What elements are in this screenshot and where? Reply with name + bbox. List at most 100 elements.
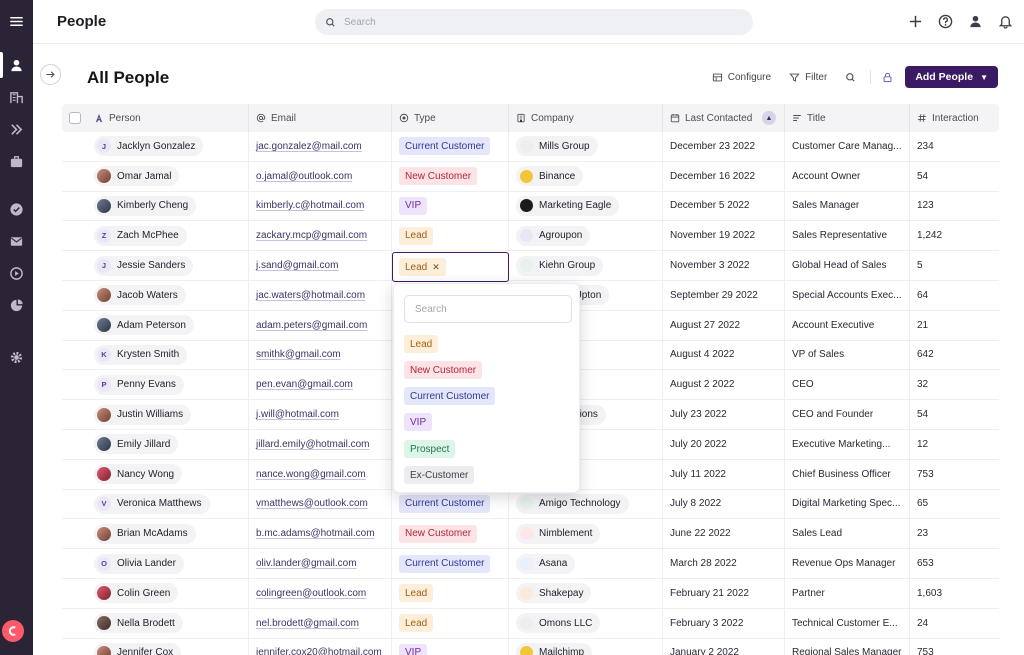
table-search-button[interactable] [845, 72, 856, 83]
company-cell[interactable]: Omons LLC [509, 608, 663, 638]
option-lead[interactable]: Lead [404, 335, 439, 353]
type-cell[interactable]: Current Customer [392, 549, 509, 578]
type-cell[interactable]: VIP [392, 191, 509, 221]
dropdown-search[interactable] [404, 295, 572, 323]
global-search[interactable] [315, 9, 753, 35]
rail-item-settings[interactable] [0, 344, 33, 370]
email-link[interactable]: jennifer.cox20@hotmail.com [256, 647, 382, 655]
option-ex-customer[interactable]: Ex-Customer [404, 466, 475, 484]
filter-button[interactable]: Filter [789, 72, 827, 83]
person-chip[interactable]: Nella Brodett [94, 613, 183, 634]
profile-button[interactable] [966, 11, 984, 31]
email-cell[interactable]: jennifer.cox20@hotmail.com [249, 638, 392, 655]
type-cell[interactable]: New Customer [392, 519, 509, 549]
column-header-email[interactable]: Email [249, 104, 392, 132]
email-cell[interactable]: b.mc.adams@hotmail.com [249, 519, 392, 549]
email-cell[interactable]: jac.waters@hotmail.com [249, 280, 392, 310]
email-cell[interactable]: zackary.mcp@gmail.com [249, 221, 392, 251]
company-cell[interactable]: Agroupon [509, 221, 663, 251]
person-chip[interactable]: Kimberly Cheng [94, 195, 197, 216]
person-chip[interactable]: J Jacklyn Gonzalez [94, 136, 204, 157]
company-cell[interactable]: Asana [509, 549, 663, 578]
person-cell[interactable]: Nella Brodett [87, 608, 249, 638]
email-link[interactable]: adam.peters@gmail.com [256, 320, 367, 331]
column-header-type[interactable]: Type [392, 104, 509, 132]
company-chip[interactable]: Agroupon [516, 225, 591, 246]
type-cell[interactable]: Lead [392, 578, 509, 608]
email-cell[interactable]: smithk@gmail.com [249, 340, 392, 370]
person-cell[interactable]: O Olivia Lander [87, 549, 249, 578]
email-link[interactable]: vmatthews@outlook.com [256, 498, 368, 509]
table-row[interactable]: J Jacklyn Gonzalez jac.gonzalez@mail.com … [62, 132, 999, 162]
person-chip[interactable]: O Olivia Lander [94, 553, 184, 574]
search-input[interactable] [344, 16, 724, 28]
email-cell[interactable]: nel.brodett@gmail.com [249, 608, 392, 638]
company-chip[interactable]: Marketing Eagle [516, 195, 620, 216]
type-cell[interactable]: VIP [392, 638, 509, 655]
add-people-button[interactable]: Add People ▼ [905, 66, 998, 88]
person-cell[interactable]: Jacob Waters [87, 280, 249, 310]
company-chip[interactable]: Mailchimp [516, 642, 593, 655]
company-cell[interactable]: Shakepay [509, 578, 663, 608]
company-cell[interactable]: Marketing Eagle [509, 191, 663, 221]
person-chip[interactable]: Omar Jamal [94, 166, 180, 187]
company-chip[interactable]: Asana [516, 553, 576, 574]
rail-item-pipeline[interactable] [0, 116, 33, 142]
type-cell[interactable]: Current Customer [392, 132, 509, 161]
company-chip[interactable]: Shakepay [516, 583, 592, 604]
email-link[interactable]: pen.evan@gmail.com [256, 379, 353, 390]
table-row[interactable]: J Jessie Sanders j.sand@gmail.com Lead Ki… [62, 251, 999, 281]
person-cell[interactable]: Kimberly Cheng [87, 191, 249, 221]
person-chip[interactable]: Jennifer Cox [94, 642, 182, 655]
menu-button[interactable] [0, 8, 33, 34]
email-cell[interactable]: nance.wong@gmail.com [249, 459, 392, 489]
person-chip[interactable]: Justin Williams [94, 404, 192, 425]
email-cell[interactable]: j.will@hotmail.com [249, 400, 392, 429]
expand-panel-button[interactable] [40, 64, 61, 85]
lock-button[interactable] [882, 72, 893, 83]
email-link[interactable]: zackary.mcp@gmail.com [256, 230, 367, 241]
person-cell[interactable]: Omar Jamal [87, 161, 249, 191]
email-link[interactable]: b.mc.adams@hotmail.com [256, 528, 375, 539]
person-cell[interactable]: Jennifer Cox [87, 638, 249, 655]
table-row[interactable]: O Olivia Lander oliv.lander@gmail.com Cur… [62, 549, 999, 579]
email-link[interactable]: jac.waters@hotmail.com [256, 290, 365, 301]
column-header-person[interactable]: Person [87, 104, 249, 132]
person-cell[interactable]: Justin Williams [87, 400, 249, 429]
email-link[interactable]: smithk@gmail.com [256, 349, 341, 360]
company-cell[interactable]: Nimblement [509, 519, 663, 549]
email-link[interactable]: j.sand@gmail.com [256, 260, 338, 271]
email-cell[interactable]: colingreen@outlook.com [249, 578, 392, 608]
rail-item-tasks[interactable] [0, 196, 33, 222]
column-header-last-contacted[interactable]: Last Contacted ▲ [663, 104, 785, 132]
company-chip[interactable]: Amigo Technology [516, 493, 629, 514]
email-cell[interactable]: o.jamal@outlook.com [249, 161, 392, 191]
person-cell[interactable]: Nancy Wong [87, 459, 249, 489]
person-chip[interactable]: V Veronica Matthews [94, 493, 210, 514]
table-row[interactable]: Kimberly Cheng kimberly.c@hotmail.com VI… [62, 191, 999, 222]
rail-item-deals[interactable] [0, 148, 33, 174]
person-chip[interactable]: Adam Peterson [94, 315, 194, 336]
type-cell[interactable]: Current Customer [392, 489, 509, 519]
person-chip[interactable]: Z Zach McPhee [94, 225, 187, 246]
dropdown-search-input[interactable] [415, 303, 565, 315]
option-vip[interactable]: VIP [404, 413, 433, 431]
app-logo-icon[interactable] [2, 620, 24, 642]
email-link[interactable]: kimberly.c@hotmail.com [256, 200, 364, 211]
select-all-checkbox[interactable] [69, 112, 81, 124]
person-cell[interactable]: V Veronica Matthews [87, 489, 249, 519]
rail-item-mail[interactable] [0, 228, 33, 254]
person-chip[interactable]: Brian McAdams [94, 523, 196, 544]
company-cell[interactable]: Mills Group [509, 132, 663, 161]
table-row[interactable]: Nella Brodett nel.brodett@gmail.com Lead… [62, 608, 999, 639]
email-cell[interactable]: vmatthews@outlook.com [249, 489, 392, 519]
company-cell[interactable]: Amigo Technology [509, 489, 663, 519]
sort-icon[interactable]: ▲ [762, 111, 776, 125]
person-cell[interactable]: J Jessie Sanders [87, 251, 249, 280]
email-link[interactable]: nel.brodett@gmail.com [256, 618, 359, 629]
person-chip[interactable]: Nancy Wong [94, 464, 183, 485]
rail-item-sequences[interactable] [0, 260, 33, 286]
company-cell[interactable]: Mailchimp [509, 638, 663, 655]
column-header-title[interactable]: Title [785, 104, 910, 132]
table-row[interactable]: Z Zach McPhee zackary.mcp@gmail.com Lead … [62, 221, 999, 252]
